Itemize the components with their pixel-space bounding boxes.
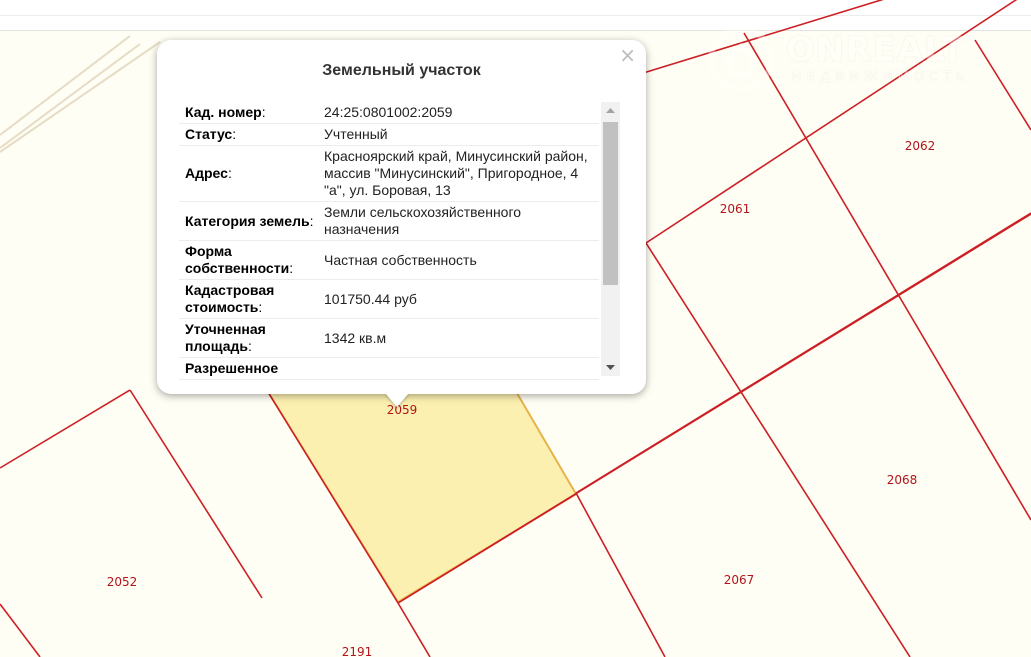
plot-label-2061: 2061: [720, 202, 751, 216]
info-value: Красноярский край, Минусинский район, ма…: [324, 148, 588, 198]
popup-content: Кад. номер: 24:25:0801002:2059 Статус: У…: [179, 102, 622, 416]
info-row-area: Уточненная площадь: 1342 кв.м: [179, 319, 599, 358]
scrollbar-thumb[interactable]: [603, 122, 618, 285]
plot-label-2052: 2052: [107, 575, 138, 589]
info-value: Учтенный: [324, 126, 388, 142]
road-line: [0, 43, 141, 149]
scroll-up-arrow-icon[interactable]: [601, 102, 620, 119]
watermark-brand: ONREALT: [786, 30, 966, 70]
boundary-line: [575, 492, 666, 657]
boundary-line: [743, 32, 1031, 521]
boundary-line: [0, 603, 41, 657]
info-row-permitted-use: Разрешенное: [179, 358, 599, 380]
info-key: Категория земель:: [185, 212, 314, 229]
info-key: Разрешенное: [185, 360, 279, 376]
boundary-line: [645, 242, 911, 657]
info-key: Форма собственности:: [185, 243, 294, 276]
info-value: 1342 кв.м: [324, 329, 387, 346]
watermark: ONREALT НЕДВИЖИМОСТЬ: [706, 24, 1006, 96]
info-row-status: Статус: Учтенный: [179, 124, 599, 146]
plot-label-2068: 2068: [887, 473, 918, 487]
info-key: Кадастровая стоимость:: [185, 282, 275, 315]
scroll-down-arrow-icon[interactable]: [601, 359, 620, 376]
info-value: 101750.44 руб: [324, 290, 417, 307]
plot-label-2191: 2191: [342, 645, 373, 657]
info-row-address: Адрес: Красноярский край, Минусинский ра…: [179, 146, 599, 202]
info-row-cadastral-value: Кадастровая стоимость: 101750.44 руб: [179, 280, 599, 319]
road-line: [0, 41, 161, 153]
house-logo-icon: [708, 26, 774, 92]
info-row-cadastral-number: Кад. номер: 24:25:0801002:2059: [179, 102, 599, 124]
road-line: [0, 35, 131, 136]
info-row-ownership-form: Форма собственности: Частная собственнос…: [179, 241, 599, 280]
info-value: Частная собственность: [324, 251, 477, 268]
info-key: Уточненная площадь:: [185, 321, 266, 354]
info-value: Земли сельскохозяйственного назначения: [324, 204, 522, 237]
info-table: Кад. номер: 24:25:0801002:2059 Статус: У…: [179, 102, 599, 416]
road-lines: [0, 35, 161, 153]
info-row-land-category: Категория земель: Земли сельскохозяйстве…: [179, 202, 599, 241]
info-key: Кад. номер:: [185, 104, 266, 120]
boundary-line: [397, 602, 431, 657]
plot-label-2067: 2067: [724, 573, 755, 587]
plot-label-2062: 2062: [905, 139, 936, 153]
info-value: 24:25:0801002:2059: [324, 104, 453, 120]
popup-title: Земельный участок: [322, 62, 481, 79]
info-key: Адрес:: [185, 165, 232, 181]
watermark-tagline: НЕДВИЖИМОСТЬ: [792, 70, 970, 85]
popup-pointer: [385, 393, 409, 407]
info-value: [324, 358, 599, 379]
parcel-info-popup: × Земельный участок Кад. номер: 24:25:08…: [157, 40, 646, 394]
boundary-line: [0, 389, 131, 469]
popup-scrollbar[interactable]: [601, 102, 620, 376]
boundary-line: [129, 389, 263, 599]
selected-parcel-2059[interactable]: [266, 386, 578, 604]
info-key: Статус:: [185, 126, 237, 142]
